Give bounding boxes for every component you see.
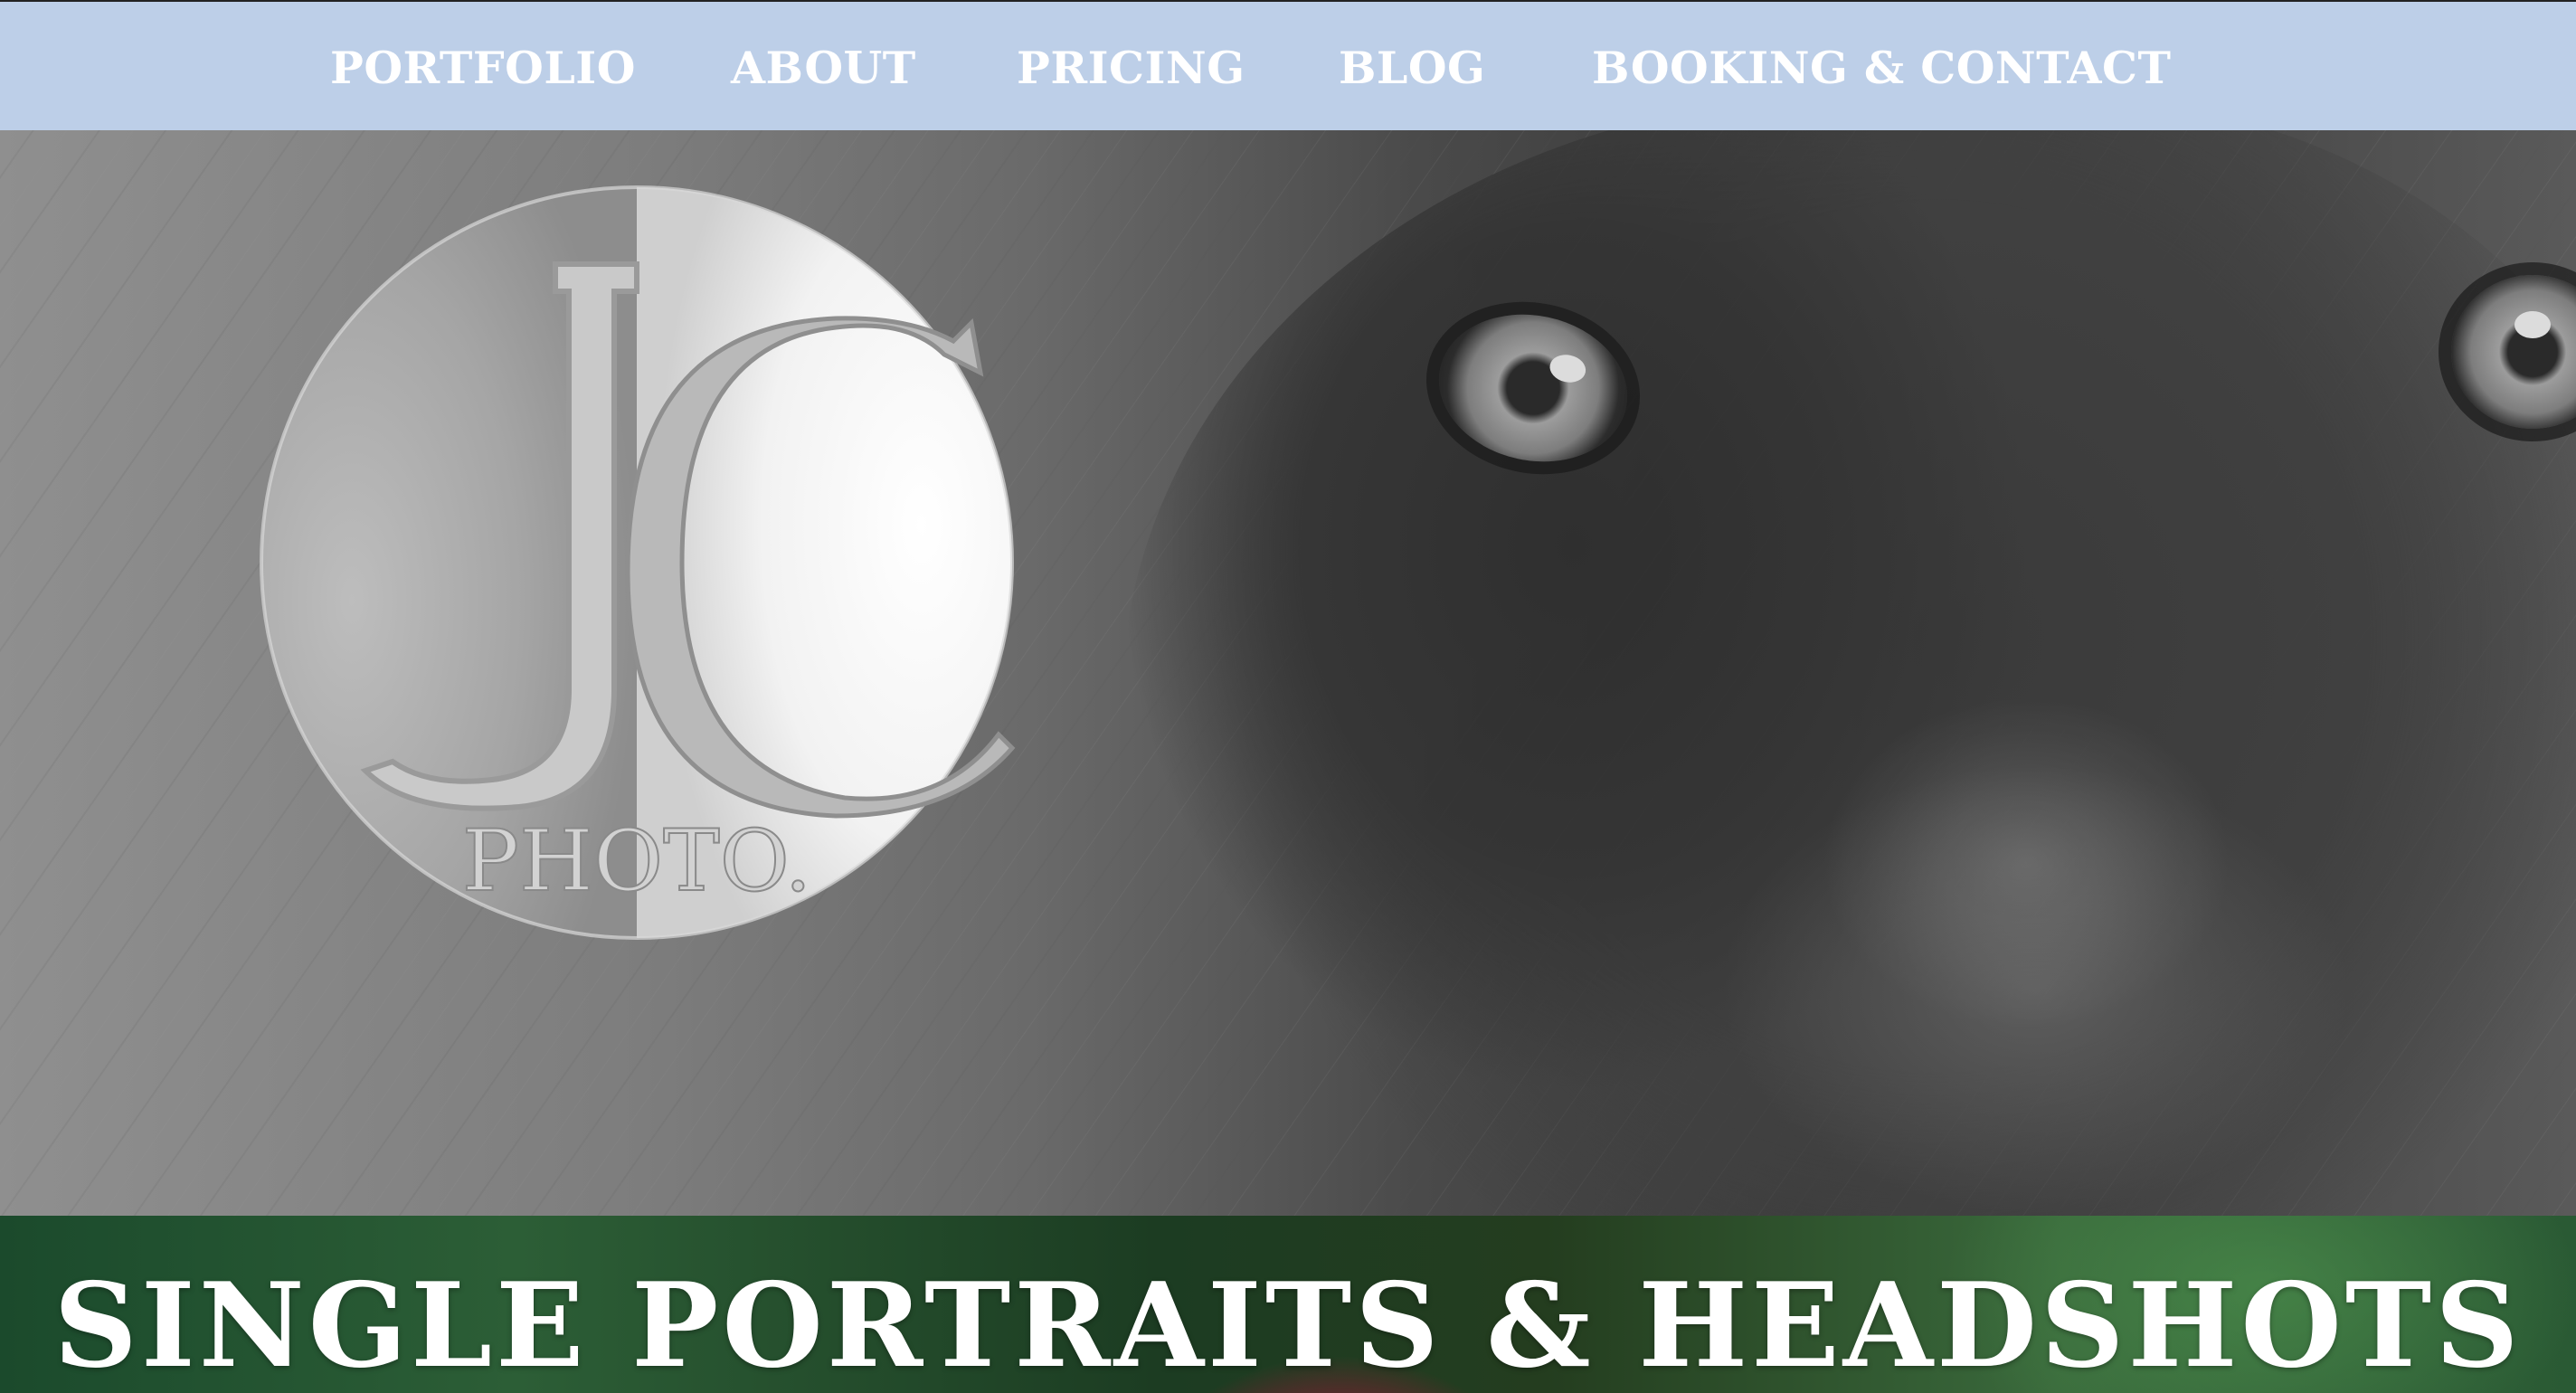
single-portraits-banner: SINGLE PORTRAITS & HEADSHOTS [0, 1216, 2576, 1393]
hero-section: PHOTO. [0, 130, 2576, 1216]
logo-subtitle: PHOTO. [462, 812, 811, 911]
nav-link-blog[interactable]: BLOG [1339, 40, 1485, 96]
dog-muzzle-highlight [1719, 763, 2352, 1216]
banner-title: SINGLE PORTRAITS & HEADSHOTS [53, 1258, 2523, 1393]
nav-link-pricing[interactable]: PRICING [1017, 40, 1245, 96]
top-navigation-bar: PORTFOLIO ABOUT PRICING BLOG BOOKING & C… [0, 0, 2576, 130]
nav-link-portfolio[interactable]: PORTFOLIO [330, 40, 636, 96]
nav-link-booking-contact[interactable]: BOOKING & CONTACT [1592, 40, 2171, 96]
jc-photo-logo[interactable]: PHOTO. [257, 183, 1017, 943]
nav-link-about[interactable]: ABOUT [731, 40, 916, 96]
